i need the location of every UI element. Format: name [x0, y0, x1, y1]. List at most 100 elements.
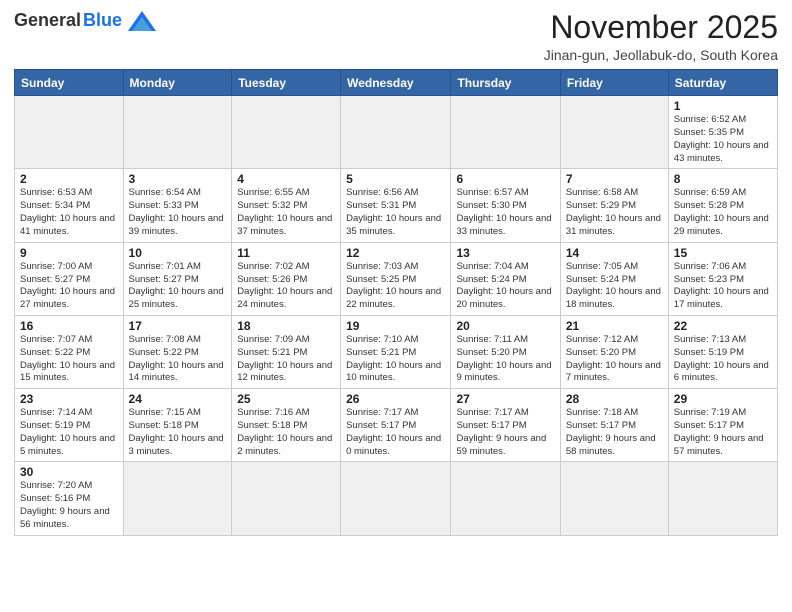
calendar-header-row: Sunday Monday Tuesday Wednesday Thursday… [15, 70, 778, 96]
table-row [341, 462, 451, 535]
day-info: Sunrise: 7:16 AM Sunset: 5:18 PM Dayligh… [237, 407, 335, 458]
day-info: Sunrise: 7:18 AM Sunset: 5:17 PM Dayligh… [566, 407, 663, 458]
table-row: 2Sunrise: 6:53 AM Sunset: 5:34 PM Daylig… [15, 169, 124, 242]
date-number: 23 [20, 392, 118, 406]
table-row [341, 96, 451, 169]
table-row: 19Sunrise: 7:10 AM Sunset: 5:21 PM Dayli… [341, 315, 451, 388]
table-row [560, 462, 668, 535]
calendar-week-row: 30Sunrise: 7:20 AM Sunset: 5:16 PM Dayli… [15, 462, 778, 535]
date-number: 27 [456, 392, 554, 406]
date-number: 28 [566, 392, 663, 406]
table-row: 25Sunrise: 7:16 AM Sunset: 5:18 PM Dayli… [232, 389, 341, 462]
day-info: Sunrise: 7:12 AM Sunset: 5:20 PM Dayligh… [566, 334, 663, 385]
table-row [668, 462, 777, 535]
day-info: Sunrise: 7:17 AM Sunset: 5:17 PM Dayligh… [456, 407, 554, 458]
table-row: 22Sunrise: 7:13 AM Sunset: 5:19 PM Dayli… [668, 315, 777, 388]
logo-icon [128, 11, 156, 31]
table-row: 9Sunrise: 7:00 AM Sunset: 5:27 PM Daylig… [15, 242, 124, 315]
table-row: 21Sunrise: 7:12 AM Sunset: 5:20 PM Dayli… [560, 315, 668, 388]
title-area: November 2025 Jinan-gun, Jeollabuk-do, S… [544, 10, 778, 63]
date-number: 2 [20, 172, 118, 186]
day-info: Sunrise: 6:54 AM Sunset: 5:33 PM Dayligh… [129, 187, 227, 238]
date-number: 11 [237, 246, 335, 260]
day-info: Sunrise: 7:20 AM Sunset: 5:16 PM Dayligh… [20, 480, 118, 531]
table-row: 30Sunrise: 7:20 AM Sunset: 5:16 PM Dayli… [15, 462, 124, 535]
page: General Blue November 2025 Jinan-gun, Je… [0, 0, 792, 612]
day-info: Sunrise: 7:11 AM Sunset: 5:20 PM Dayligh… [456, 334, 554, 385]
day-info: Sunrise: 6:55 AM Sunset: 5:32 PM Dayligh… [237, 187, 335, 238]
col-sunday: Sunday [15, 70, 124, 96]
table-row: 11Sunrise: 7:02 AM Sunset: 5:26 PM Dayli… [232, 242, 341, 315]
date-number: 6 [456, 172, 554, 186]
date-number: 5 [346, 172, 445, 186]
table-row: 6Sunrise: 6:57 AM Sunset: 5:30 PM Daylig… [451, 169, 560, 242]
table-row: 27Sunrise: 7:17 AM Sunset: 5:17 PM Dayli… [451, 389, 560, 462]
day-info: Sunrise: 7:09 AM Sunset: 5:21 PM Dayligh… [237, 334, 335, 385]
table-row: 1Sunrise: 6:52 AM Sunset: 5:35 PM Daylig… [668, 96, 777, 169]
col-saturday: Saturday [668, 70, 777, 96]
day-info: Sunrise: 6:56 AM Sunset: 5:31 PM Dayligh… [346, 187, 445, 238]
date-number: 14 [566, 246, 663, 260]
header: General Blue November 2025 Jinan-gun, Je… [14, 10, 778, 63]
day-info: Sunrise: 6:57 AM Sunset: 5:30 PM Dayligh… [456, 187, 554, 238]
table-row: 13Sunrise: 7:04 AM Sunset: 5:24 PM Dayli… [451, 242, 560, 315]
calendar-week-row: 1Sunrise: 6:52 AM Sunset: 5:35 PM Daylig… [15, 96, 778, 169]
table-row: 17Sunrise: 7:08 AM Sunset: 5:22 PM Dayli… [123, 315, 232, 388]
col-tuesday: Tuesday [232, 70, 341, 96]
col-thursday: Thursday [451, 70, 560, 96]
col-wednesday: Wednesday [341, 70, 451, 96]
day-info: Sunrise: 7:04 AM Sunset: 5:24 PM Dayligh… [456, 261, 554, 312]
logo-area: General Blue [14, 10, 156, 31]
table-row: 28Sunrise: 7:18 AM Sunset: 5:17 PM Dayli… [560, 389, 668, 462]
day-info: Sunrise: 7:15 AM Sunset: 5:18 PM Dayligh… [129, 407, 227, 458]
table-row: 24Sunrise: 7:15 AM Sunset: 5:18 PM Dayli… [123, 389, 232, 462]
day-info: Sunrise: 7:00 AM Sunset: 5:27 PM Dayligh… [20, 261, 118, 312]
table-row: 3Sunrise: 6:54 AM Sunset: 5:33 PM Daylig… [123, 169, 232, 242]
day-info: Sunrise: 6:52 AM Sunset: 5:35 PM Dayligh… [674, 114, 772, 165]
date-number: 12 [346, 246, 445, 260]
day-info: Sunrise: 7:03 AM Sunset: 5:25 PM Dayligh… [346, 261, 445, 312]
date-number: 16 [20, 319, 118, 333]
table-row: 8Sunrise: 6:59 AM Sunset: 5:28 PM Daylig… [668, 169, 777, 242]
table-row [232, 462, 341, 535]
calendar-week-row: 2Sunrise: 6:53 AM Sunset: 5:34 PM Daylig… [15, 169, 778, 242]
table-row: 16Sunrise: 7:07 AM Sunset: 5:22 PM Dayli… [15, 315, 124, 388]
table-row: 12Sunrise: 7:03 AM Sunset: 5:25 PM Dayli… [341, 242, 451, 315]
month-title: November 2025 [544, 10, 778, 45]
day-info: Sunrise: 6:58 AM Sunset: 5:29 PM Dayligh… [566, 187, 663, 238]
date-number: 13 [456, 246, 554, 260]
table-row [560, 96, 668, 169]
date-number: 20 [456, 319, 554, 333]
table-row: 23Sunrise: 7:14 AM Sunset: 5:19 PM Dayli… [15, 389, 124, 462]
date-number: 17 [129, 319, 227, 333]
logo-blue-text: Blue [83, 10, 122, 31]
date-number: 3 [129, 172, 227, 186]
table-row: 29Sunrise: 7:19 AM Sunset: 5:17 PM Dayli… [668, 389, 777, 462]
table-row: 4Sunrise: 6:55 AM Sunset: 5:32 PM Daylig… [232, 169, 341, 242]
day-info: Sunrise: 7:01 AM Sunset: 5:27 PM Dayligh… [129, 261, 227, 312]
date-number: 26 [346, 392, 445, 406]
day-info: Sunrise: 7:19 AM Sunset: 5:17 PM Dayligh… [674, 407, 772, 458]
table-row [451, 462, 560, 535]
day-info: Sunrise: 7:08 AM Sunset: 5:22 PM Dayligh… [129, 334, 227, 385]
calendar-week-row: 23Sunrise: 7:14 AM Sunset: 5:19 PM Dayli… [15, 389, 778, 462]
table-row: 14Sunrise: 7:05 AM Sunset: 5:24 PM Dayli… [560, 242, 668, 315]
date-number: 30 [20, 465, 118, 479]
date-number: 1 [674, 99, 772, 113]
table-row: 26Sunrise: 7:17 AM Sunset: 5:17 PM Dayli… [341, 389, 451, 462]
day-info: Sunrise: 7:17 AM Sunset: 5:17 PM Dayligh… [346, 407, 445, 458]
table-row: 7Sunrise: 6:58 AM Sunset: 5:29 PM Daylig… [560, 169, 668, 242]
calendar-table: Sunday Monday Tuesday Wednesday Thursday… [14, 69, 778, 536]
date-number: 4 [237, 172, 335, 186]
date-number: 15 [674, 246, 772, 260]
date-number: 9 [20, 246, 118, 260]
location-subtitle: Jinan-gun, Jeollabuk-do, South Korea [544, 47, 778, 63]
day-info: Sunrise: 7:05 AM Sunset: 5:24 PM Dayligh… [566, 261, 663, 312]
table-row: 18Sunrise: 7:09 AM Sunset: 5:21 PM Dayli… [232, 315, 341, 388]
day-info: Sunrise: 6:53 AM Sunset: 5:34 PM Dayligh… [20, 187, 118, 238]
date-number: 21 [566, 319, 663, 333]
logo-general-text: General [14, 10, 81, 31]
table-row: 10Sunrise: 7:01 AM Sunset: 5:27 PM Dayli… [123, 242, 232, 315]
day-info: Sunrise: 7:06 AM Sunset: 5:23 PM Dayligh… [674, 261, 772, 312]
date-number: 7 [566, 172, 663, 186]
